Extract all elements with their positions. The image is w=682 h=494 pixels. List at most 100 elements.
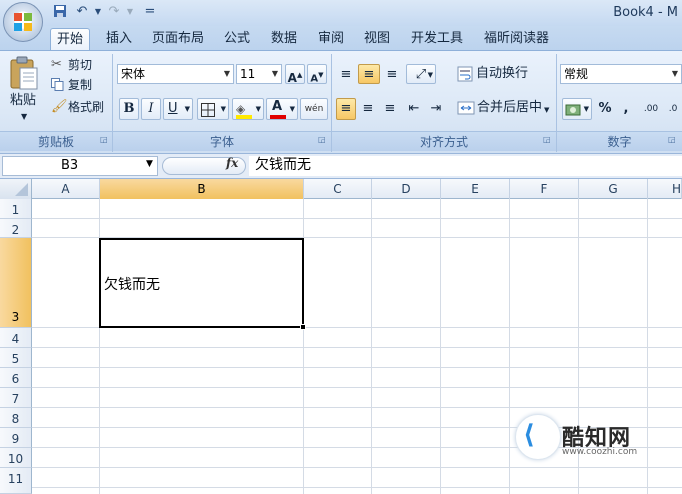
grid-line <box>32 487 682 488</box>
increase-decimal-icon[interactable]: .00 <box>640 98 662 120</box>
font-name-value: 宋体 <box>121 67 146 81</box>
format-painter-icon: 🖌 <box>51 99 68 114</box>
tab-page-layout[interactable]: 页面布局 <box>146 28 210 50</box>
fill-color-dropdown-icon[interactable]: ▼ <box>256 99 261 119</box>
grid-line <box>647 199 648 494</box>
column-header-e[interactable]: E <box>441 179 510 199</box>
fill-handle[interactable] <box>300 324 306 330</box>
italic-button[interactable]: I <box>141 98 161 120</box>
tab-data[interactable]: 数据 <box>265 28 303 50</box>
save-icon[interactable] <box>52 4 68 20</box>
underline-dropdown-icon[interactable]: ▼ <box>185 99 190 119</box>
row-header-9[interactable]: 9 <box>0 428 32 448</box>
align-right-icon[interactable]: ≡ <box>380 98 400 120</box>
grow-font-button[interactable]: A▲ <box>285 64 305 85</box>
tab-developer[interactable]: 开发工具 <box>405 28 469 50</box>
row-header-10[interactable]: 10 <box>0 448 32 468</box>
merge-center-dropdown-icon[interactable]: ▼ <box>544 101 549 119</box>
column-header-d[interactable]: D <box>372 179 441 199</box>
number-launcher-icon[interactable]: ◲ <box>668 135 676 144</box>
decrease-decimal-icon[interactable]: .0 <box>664 98 682 120</box>
paste-icon[interactable] <box>8 56 40 92</box>
align-center-icon[interactable]: ≡ <box>358 98 378 120</box>
merge-center-button[interactable]: 合并后居中 <box>477 99 542 117</box>
row-header-3[interactable]: 3 <box>0 238 32 328</box>
undo-dropdown-icon[interactable]: ▼ <box>90 4 106 20</box>
cut-icon: ✂ <box>51 57 62 72</box>
comma-style-button[interactable]: , <box>618 98 634 120</box>
column-header-b[interactable]: B <box>100 179 304 199</box>
row-header-1[interactable]: 1 <box>0 199 32 219</box>
tab-insert[interactable]: 插入 <box>100 28 138 50</box>
percent-style-button[interactable]: % <box>596 98 614 120</box>
borders-button[interactable]: ▼ <box>197 98 229 120</box>
column-header-f[interactable]: F <box>510 179 579 199</box>
row-header-6[interactable]: 6 <box>0 368 32 388</box>
fill-color-swatch <box>236 115 252 119</box>
phonetic-label: wén <box>304 104 324 114</box>
redo-dropdown-icon[interactable]: ▼ <box>122 4 138 20</box>
cell-b3-value: 欠钱而无 <box>104 277 160 293</box>
font-name-dropdown-icon[interactable]: ▼ <box>224 65 230 83</box>
office-button[interactable] <box>3 2 43 42</box>
copy-button[interactable]: 复制 <box>68 76 92 94</box>
number-format-combo[interactable]: 常规 ▼ <box>560 64 682 84</box>
font-size-combo[interactable]: 11 ▼ <box>236 64 282 84</box>
clipboard-launcher-icon[interactable]: ◲ <box>100 135 108 144</box>
align-left-icon[interactable]: ≡ <box>336 98 356 120</box>
undo-icon[interactable]: ↶ <box>74 4 90 20</box>
increase-indent-icon[interactable]: ⇥ <box>426 98 446 120</box>
font-launcher-icon[interactable]: ◲ <box>318 135 326 144</box>
format-painter-button[interactable]: 格式刷 <box>68 98 104 116</box>
redo-icon[interactable]: ↷ <box>106 4 122 20</box>
paste-dropdown-icon[interactable]: ▼ <box>21 108 27 126</box>
select-all-button[interactable] <box>0 179 32 199</box>
align-middle-icon[interactable]: ≡ <box>358 64 380 84</box>
tab-foxit-reader[interactable]: 福昕阅读器 <box>478 28 555 50</box>
row-header-4[interactable]: 4 <box>0 328 32 348</box>
tab-home[interactable]: 开始 <box>50 28 91 50</box>
phonetic-button[interactable]: wén <box>300 98 328 120</box>
bold-button[interactable]: B <box>119 98 139 120</box>
fill-color-button[interactable]: ◈ ▼ <box>232 98 264 120</box>
alignment-launcher-icon[interactable]: ◲ <box>543 135 551 144</box>
font-size-dropdown-icon[interactable]: ▼ <box>272 65 278 83</box>
tab-view[interactable]: 视图 <box>358 28 396 50</box>
column-header-h[interactable]: H <box>648 179 682 199</box>
orientation-button[interactable]: ⤢ ▼ <box>406 64 436 84</box>
row-header-11[interactable]: 11 <box>0 468 32 494</box>
insert-function-button[interactable]: fx <box>226 156 238 170</box>
accounting-format-button[interactable]: ▼ <box>562 98 592 120</box>
accounting-dropdown-icon[interactable]: ▼ <box>584 99 589 119</box>
grid-line <box>371 199 372 494</box>
shrink-font-button[interactable]: A▼ <box>307 64 327 84</box>
wrap-text-button[interactable]: 自动换行 <box>476 65 528 83</box>
formula-input[interactable]: 欠钱而无 <box>249 156 682 176</box>
underline-button[interactable]: U ▼ <box>163 98 193 120</box>
column-header-a[interactable]: A <box>32 179 100 199</box>
row-header-7[interactable]: 7 <box>0 388 32 408</box>
column-header-g[interactable]: G <box>579 179 648 199</box>
borders-icon <box>201 103 215 117</box>
font-color-button[interactable]: A ▼ <box>266 98 298 120</box>
grid-line <box>509 199 510 494</box>
tab-formulas[interactable]: 公式 <box>218 28 256 50</box>
row-header-8[interactable]: 8 <box>0 408 32 428</box>
row-header-5[interactable]: 5 <box>0 348 32 368</box>
align-bottom-icon[interactable]: ≡ <box>382 64 402 84</box>
column-header-c[interactable]: C <box>304 179 372 199</box>
decrease-indent-icon[interactable]: ⇤ <box>404 98 424 120</box>
orientation-dropdown-icon[interactable]: ▼ <box>428 65 433 85</box>
align-top-icon[interactable]: ≡ <box>336 64 356 84</box>
cut-button[interactable]: 剪切 <box>68 56 92 74</box>
row-header-2[interactable]: 2 <box>0 219 32 238</box>
font-color-dropdown-icon[interactable]: ▼ <box>290 99 295 119</box>
name-box-dropdown-icon[interactable]: ▼ <box>146 159 153 169</box>
watermark-url: www.coozhi.com <box>562 447 638 457</box>
font-name-combo[interactable]: 宋体 ▼ <box>117 64 234 84</box>
customize-qat-button[interactable]: = <box>142 4 158 20</box>
name-box[interactable]: B3 <box>2 156 158 176</box>
tab-review[interactable]: 审阅 <box>312 28 350 50</box>
number-format-dropdown-icon[interactable]: ▼ <box>672 65 678 83</box>
borders-dropdown-icon[interactable]: ▼ <box>221 99 226 119</box>
